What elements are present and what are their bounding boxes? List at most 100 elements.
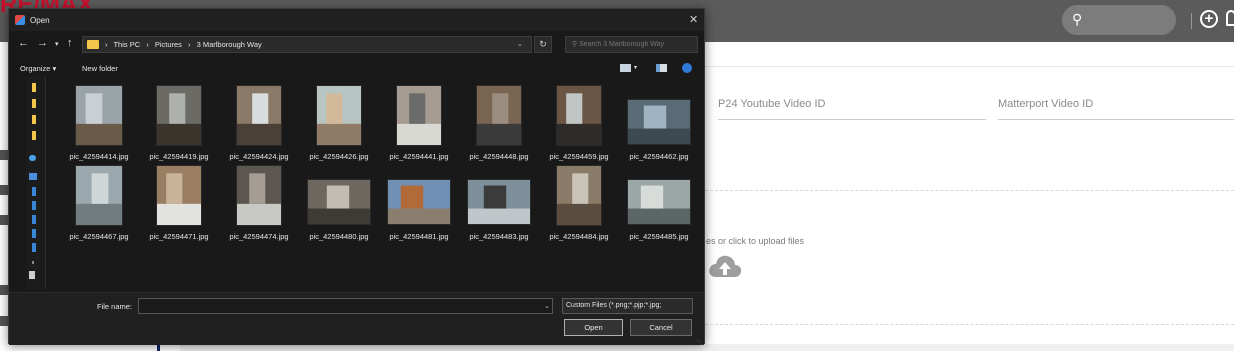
- app-search-box[interactable]: ⚲: [1062, 5, 1176, 35]
- image-thumbnail: [236, 85, 282, 146]
- view-options-icon[interactable]: [620, 64, 631, 72]
- desktop-icon: [32, 187, 36, 196]
- forward-arrow-icon[interactable]: →: [37, 37, 48, 49]
- file-tile[interactable]: pic_42594459.jpg: [541, 85, 617, 163]
- file-name: pic_42594419.jpg: [149, 152, 209, 161]
- folder-search-field[interactable]: [579, 41, 690, 48]
- file-tile[interactable]: pic_42594414.jpg: [61, 85, 137, 163]
- dialog-toolbar: Organize ▾ New folder ▾: [9, 59, 704, 77]
- back-arrow-icon[interactable]: ←: [18, 37, 29, 49]
- this-pc-icon: [29, 173, 37, 180]
- address-bar[interactable]: › This PC › Pictures › 3 Marlborough Way…: [82, 36, 532, 53]
- file-type-select[interactable]: Custom Files (*.png;*.pjp;*.jpg;: [562, 298, 693, 314]
- resize-grip-icon[interactable]: ⋱: [697, 339, 703, 346]
- search-icon: ⚲: [1072, 11, 1083, 27]
- navigation-pane[interactable]: [26, 77, 46, 289]
- breadcrumb-separator: ›: [105, 40, 108, 49]
- breadcrumb-current-folder[interactable]: 3 Marlborough Way: [197, 40, 262, 49]
- file-tile[interactable]: pic_42594481.jpg: [381, 165, 457, 243]
- p24-youtube-video-id-placeholder: P24 Youtube Video ID: [718, 98, 826, 110]
- file-tile[interactable]: pic_42594424.jpg: [221, 85, 297, 163]
- open-file-dialog: Open ✕ ← → ▾ ↑ › This PC › Pictures › 3 …: [8, 8, 705, 346]
- search-icon: ⚲: [572, 41, 578, 48]
- folder-icon: [32, 83, 36, 92]
- organize-label: Organize: [20, 64, 51, 73]
- p24-youtube-video-id-field[interactable]: P24 Youtube Video ID: [718, 98, 986, 120]
- refresh-icon[interactable]: ↻: [534, 36, 552, 53]
- file-name: pic_42594448.jpg: [469, 152, 529, 161]
- file-name: pic_42594480.jpg: [309, 232, 369, 241]
- file-tile[interactable]: pic_42594471.jpg: [141, 165, 217, 243]
- sidebar-stub: [0, 316, 8, 326]
- image-thumbnail: [627, 99, 691, 145]
- file-name: pic_42594462.jpg: [629, 152, 689, 161]
- image-thumbnail: [307, 179, 371, 225]
- help-icon[interactable]: [682, 63, 692, 73]
- breadcrumb-this-pc[interactable]: This PC: [113, 40, 140, 49]
- file-name: pic_42594474.jpg: [229, 232, 289, 241]
- file-name: pic_42594424.jpg: [229, 152, 289, 161]
- folder-search-input[interactable]: ⚲: [565, 36, 698, 53]
- address-dropdown-icon[interactable]: ⌄: [517, 40, 523, 48]
- notification-bell-icon[interactable]: [1226, 10, 1234, 26]
- close-icon[interactable]: ✕: [689, 13, 698, 26]
- view-dropdown-icon[interactable]: ▾: [634, 64, 637, 71]
- file-name-dropdown-icon[interactable]: ⌄: [544, 302, 550, 310]
- file-tile[interactable]: pic_42594462.jpg: [621, 85, 697, 163]
- file-tile[interactable]: pic_42594484.jpg: [541, 165, 617, 243]
- sidebar-stub: [0, 185, 8, 195]
- file-tile[interactable]: pic_42594419.jpg: [141, 85, 217, 163]
- dropzone-border-bottom: [700, 324, 1234, 325]
- upload-hint-text: es or click to upload files: [706, 236, 805, 246]
- breadcrumb: › This PC › Pictures › 3 Marlborough Way: [105, 40, 266, 49]
- add-icon[interactable]: +: [1200, 10, 1218, 28]
- pictures-icon: [32, 243, 36, 252]
- new-folder-button[interactable]: New folder: [82, 64, 118, 73]
- folder-icon: [32, 131, 36, 140]
- file-tile[interactable]: pic_42594480.jpg: [301, 165, 377, 243]
- music-icon: [32, 229, 36, 238]
- documents-icon: [32, 201, 36, 210]
- up-arrow-icon[interactable]: ↑: [67, 37, 73, 49]
- file-type-value: Custom Files (*.png;*.pjp;*.jpg;: [566, 302, 662, 309]
- image-thumbnail: [236, 165, 282, 226]
- folder-icon: [32, 99, 36, 108]
- file-name: pic_42594471.jpg: [149, 232, 209, 241]
- file-tile[interactable]: pic_42594485.jpg: [621, 165, 697, 243]
- file-tile[interactable]: pic_42594426.jpg: [301, 85, 377, 163]
- folder-icon: [32, 115, 36, 124]
- image-thumbnail: [75, 165, 123, 226]
- file-name: pic_42594441.jpg: [389, 152, 449, 161]
- file-tile[interactable]: pic_42594483.jpg: [461, 165, 537, 243]
- file-tile[interactable]: pic_42594474.jpg: [221, 165, 297, 243]
- cancel-button[interactable]: Cancel: [630, 319, 692, 336]
- drive-icon: [29, 271, 35, 279]
- file-name-input[interactable]: [138, 298, 553, 314]
- downloads-icon: [32, 215, 36, 224]
- dialog-footer: File name: ⌄ Custom Files (*.png;*.pjp;*…: [9, 292, 704, 346]
- file-name: pic_42594481.jpg: [389, 232, 449, 241]
- organize-menu[interactable]: Organize ▾: [20, 64, 56, 73]
- navigation-pane-scrollbar[interactable]: [38, 77, 44, 289]
- tree-node-icon: [32, 261, 34, 264]
- file-name: pic_42594459.jpg: [549, 152, 609, 161]
- open-button[interactable]: Open: [564, 319, 623, 336]
- dialog-titlebar: Open ✕: [9, 9, 704, 31]
- sidebar-stub: [0, 215, 8, 225]
- dialog-title: Open: [30, 16, 50, 25]
- file-name: pic_42594426.jpg: [309, 152, 369, 161]
- file-tile[interactable]: pic_42594441.jpg: [381, 85, 457, 163]
- matterport-video-id-field[interactable]: Matterport Video ID: [998, 98, 1234, 120]
- file-tile[interactable]: pic_42594448.jpg: [461, 85, 537, 163]
- file-tile[interactable]: pic_42594467.jpg: [61, 165, 137, 243]
- file-name-label: File name:: [97, 302, 133, 311]
- image-thumbnail: [396, 85, 442, 146]
- image-thumbnail: [75, 85, 123, 146]
- recent-locations-chevron-icon[interactable]: ▾: [55, 40, 59, 48]
- onedrive-icon: [29, 155, 36, 161]
- image-thumbnail: [627, 179, 691, 225]
- preview-pane-icon[interactable]: [656, 64, 667, 72]
- file-name: pic_42594483.jpg: [469, 232, 529, 241]
- breadcrumb-pictures[interactable]: Pictures: [155, 40, 182, 49]
- folder-icon: [87, 40, 99, 49]
